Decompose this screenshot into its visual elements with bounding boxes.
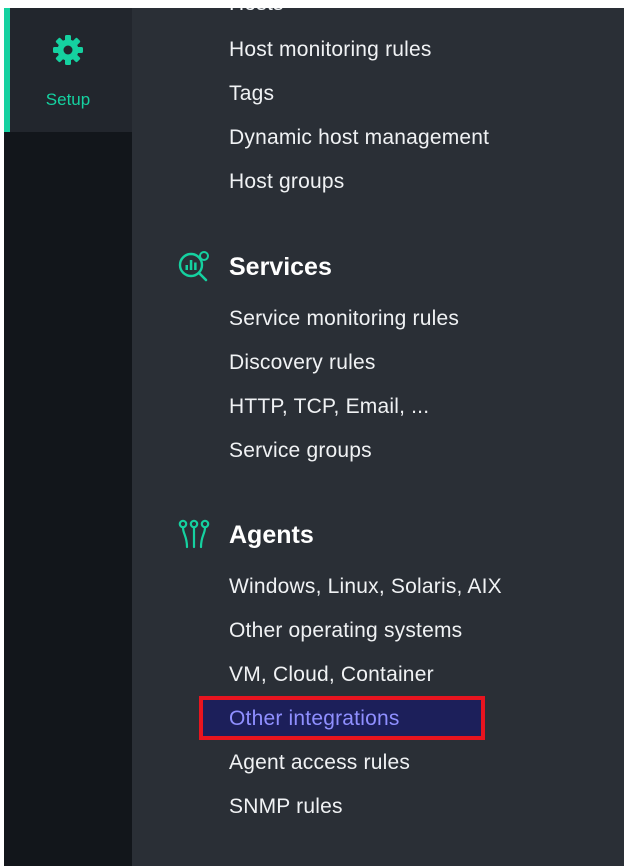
- section-title-agents: Agents: [229, 521, 314, 549]
- services-icon: [178, 251, 209, 282]
- menu-item-windows-linux-solaris-aix[interactable]: Windows, Linux, Solaris, AIX: [229, 574, 502, 600]
- setup-menu-panel: Setup Hosts Host monitoring rules Tags D…: [4, 8, 624, 866]
- menu-item-service-monitoring-rules[interactable]: Service monitoring rules: [229, 306, 459, 332]
- menu-item-other-operating-systems[interactable]: Other operating systems: [229, 618, 462, 644]
- sidebar-setup-label: Setup: [45, 90, 91, 109]
- menu-item-tags[interactable]: Tags: [229, 81, 274, 107]
- menu-item-vm-cloud-container[interactable]: VM, Cloud, Container: [229, 662, 434, 688]
- sidebar-setup-button[interactable]: Setup: [4, 8, 132, 132]
- agents-icon: [178, 519, 210, 549]
- active-indicator: [4, 8, 10, 132]
- setup-megamenu: Hosts Host monitoring rules Tags Dynamic…: [132, 8, 624, 866]
- gear-icon: [53, 35, 83, 65]
- menu-item-other-integrations[interactable]: Other integrations: [229, 706, 400, 732]
- menu-item-service-groups[interactable]: Service groups: [229, 438, 372, 464]
- main-sidebar: Setup: [4, 8, 132, 866]
- menu-item-hosts[interactable]: Hosts: [229, 8, 284, 17]
- section-title-services: Services: [229, 253, 332, 281]
- menu-item-discovery-rules[interactable]: Discovery rules: [229, 350, 376, 376]
- menu-item-snmp-rules[interactable]: SNMP rules: [229, 794, 343, 820]
- menu-item-host-monitoring-rules[interactable]: Host monitoring rules: [229, 37, 432, 63]
- menu-item-host-groups[interactable]: Host groups: [229, 169, 344, 195]
- menu-item-dynamic-host-management[interactable]: Dynamic host management: [229, 125, 489, 151]
- menu-item-http-tcp-email[interactable]: HTTP, TCP, Email, ...: [229, 394, 429, 420]
- menu-item-agent-access-rules[interactable]: Agent access rules: [229, 750, 410, 776]
